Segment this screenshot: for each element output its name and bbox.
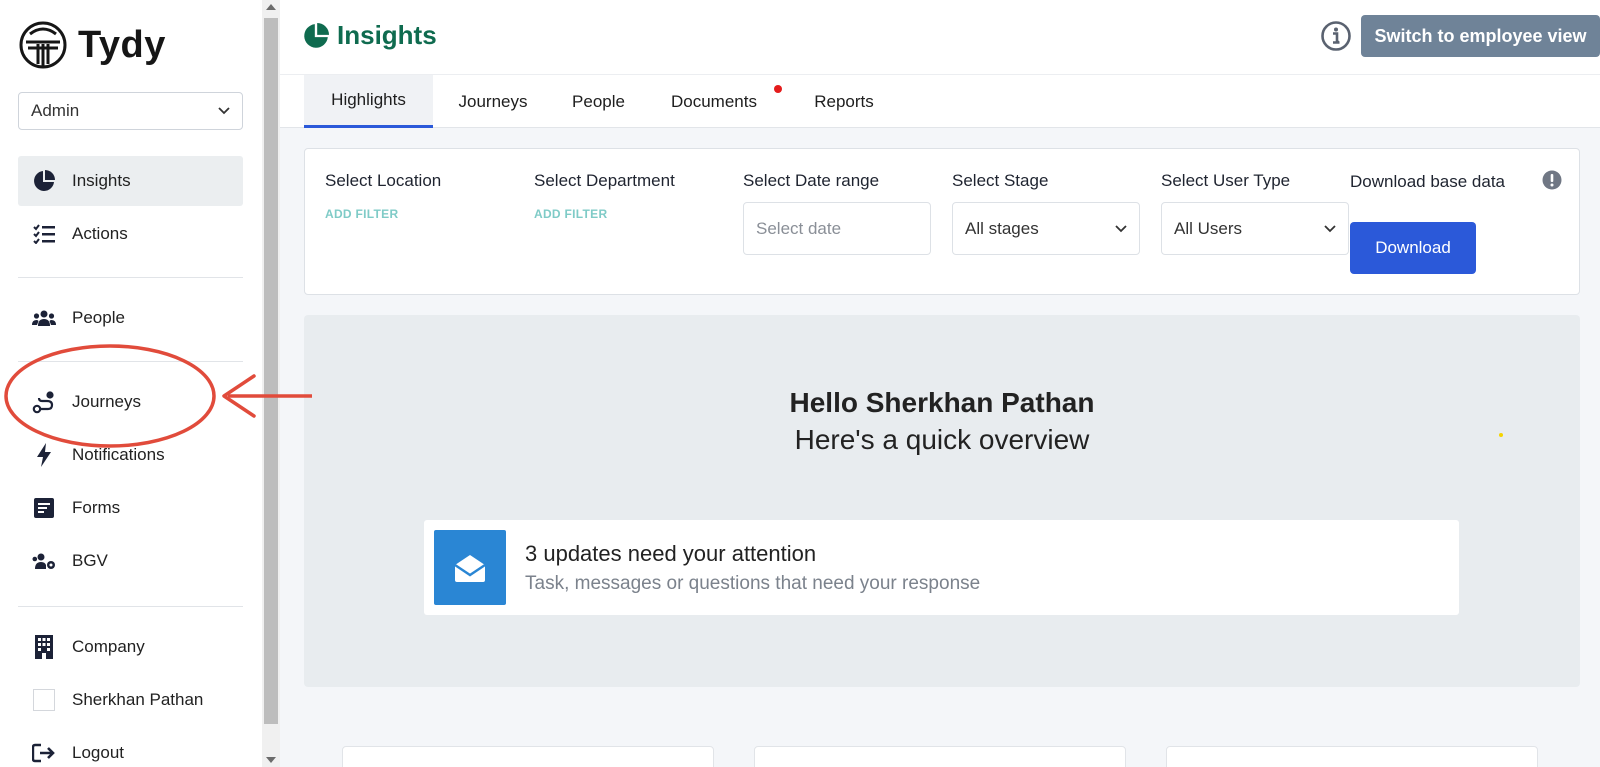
sidebar-item-label: Actions [72,224,128,243]
users-cog-icon [32,549,56,573]
pie-chart-icon [32,169,56,193]
stage-select[interactable]: All stages [952,202,1140,255]
sidebar-item-label: Journeys [72,392,141,411]
sidebar-item-label: Sherkhan Pathan [72,690,204,709]
sidebar-divider [18,361,243,362]
sidebar: Tydy Admin Insights Actions People Journ… [0,0,262,767]
logout-icon [32,741,56,765]
documents-notification-badge [774,85,782,93]
pie-chart-icon [304,22,329,48]
sidebar-item-label: Logout [72,743,124,762]
chevron-down-icon [1115,224,1127,232]
location-add-filter-link[interactable]: ADD FILTER [325,207,398,221]
tab-reports[interactable]: Reports [794,75,894,128]
building-icon [32,635,56,659]
tab-people[interactable]: People [556,75,641,128]
sidebar-item-label: Notifications [72,445,165,464]
checklist-icon [32,222,56,246]
sidebar-item-insights[interactable]: Insights [18,156,243,206]
download-base-data-label: Download base data [1350,172,1506,191]
overview-subtitle: Here's a quick overview [794,424,1090,455]
department-add-filter-link[interactable]: ADD FILTER [534,207,607,221]
route-icon [32,390,56,414]
sidebar-item-people[interactable]: People [18,293,243,343]
sidebar-item-profile[interactable]: Sherkhan Pathan [18,675,243,725]
role-select-value: Admin [31,101,80,120]
sidebar-divider [18,277,243,278]
info-icon[interactable] [1320,20,1352,52]
sidebar-item-company[interactable]: Company [18,622,243,672]
department-filter-label: Select Department [534,171,675,190]
sidebar-item-label: Forms [72,498,121,517]
tab-journeys[interactable]: Journeys [443,75,543,128]
overview-panel: Hello Sherkhan Pathan Here's a quick ove… [304,315,1580,687]
greeting-heading: Hello Sherkhan Pathan [789,387,1095,418]
role-select[interactable]: Admin [18,92,243,130]
chevron-down-icon [1324,224,1336,232]
sidebar-item-label: People [72,308,125,327]
avatar [33,689,55,711]
page-title-text: Insights [337,20,437,50]
stage-select-value: All stages [965,218,1039,238]
sidebar-item-journeys[interactable]: Journeys [18,377,243,427]
sidebar-divider [18,606,243,607]
page-title: Insights [303,20,437,51]
main-content: Insights Switch to employee view Highlig… [280,0,1600,767]
pending-updates-subtitle: Task, messages or questions that need yo… [525,573,981,594]
brand-name: Tydy [78,23,166,66]
sidebar-item-label: Company [72,637,145,656]
stage-filter-label: Select Stage [952,171,1049,190]
filter-panel: Select Location ADD FILTER Select Depart… [304,148,1580,295]
date-range-input[interactable]: Select date [743,202,931,255]
tab-documents[interactable]: Documents [658,75,770,128]
sidebar-item-forms[interactable]: Forms [18,483,243,533]
tydy-logo-icon [19,21,67,69]
pending-updates-title: 3 updates need your attention [525,541,817,566]
users-icon [32,306,56,330]
tab-highlights[interactable]: Highlights [304,75,433,128]
scroll-up-arrow-icon[interactable] [266,4,276,10]
location-filter-label: Select Location [325,171,442,190]
stat-card [754,746,1126,767]
scroll-thumb[interactable] [264,18,278,724]
sidebar-item-bgv[interactable]: BGV [18,536,243,586]
sidebar-item-label: BGV [72,551,108,570]
sidebar-scrollbar[interactable] [262,0,280,767]
bolt-icon [32,443,56,467]
download-button[interactable]: Download [1350,222,1476,274]
sidebar-item-notifications[interactable]: Notifications [18,430,243,480]
user-type-select-value: All Users [1174,218,1243,238]
sidebar-item-label: Insights [72,171,131,190]
date-range-filter-label: Select Date range [743,171,880,190]
stat-card [342,746,714,767]
top-bar: Insights Switch to employee view [280,0,1600,74]
scroll-down-arrow-icon[interactable] [266,757,276,763]
stat-card [1166,746,1538,767]
exclamation-circle-icon[interactable] [1542,170,1562,190]
pending-updates-card[interactable]: 3 updates need your attention Task, mess… [424,520,1459,615]
sidebar-item-logout[interactable]: Logout [18,728,243,767]
user-type-select[interactable]: All Users [1161,202,1349,255]
switch-to-employee-view-button[interactable]: Switch to employee view [1361,15,1600,57]
tab-bar: Highlights Journeys People Documents Rep… [280,74,1600,128]
brand[interactable]: Tydy [18,20,166,70]
envelope-open-icon [434,530,506,605]
decorative-dot [1499,433,1503,437]
sidebar-item-actions[interactable]: Actions [18,209,243,259]
chevron-down-icon [218,107,230,115]
user-type-filter-label: Select User Type [1161,171,1291,190]
form-icon [32,496,56,520]
